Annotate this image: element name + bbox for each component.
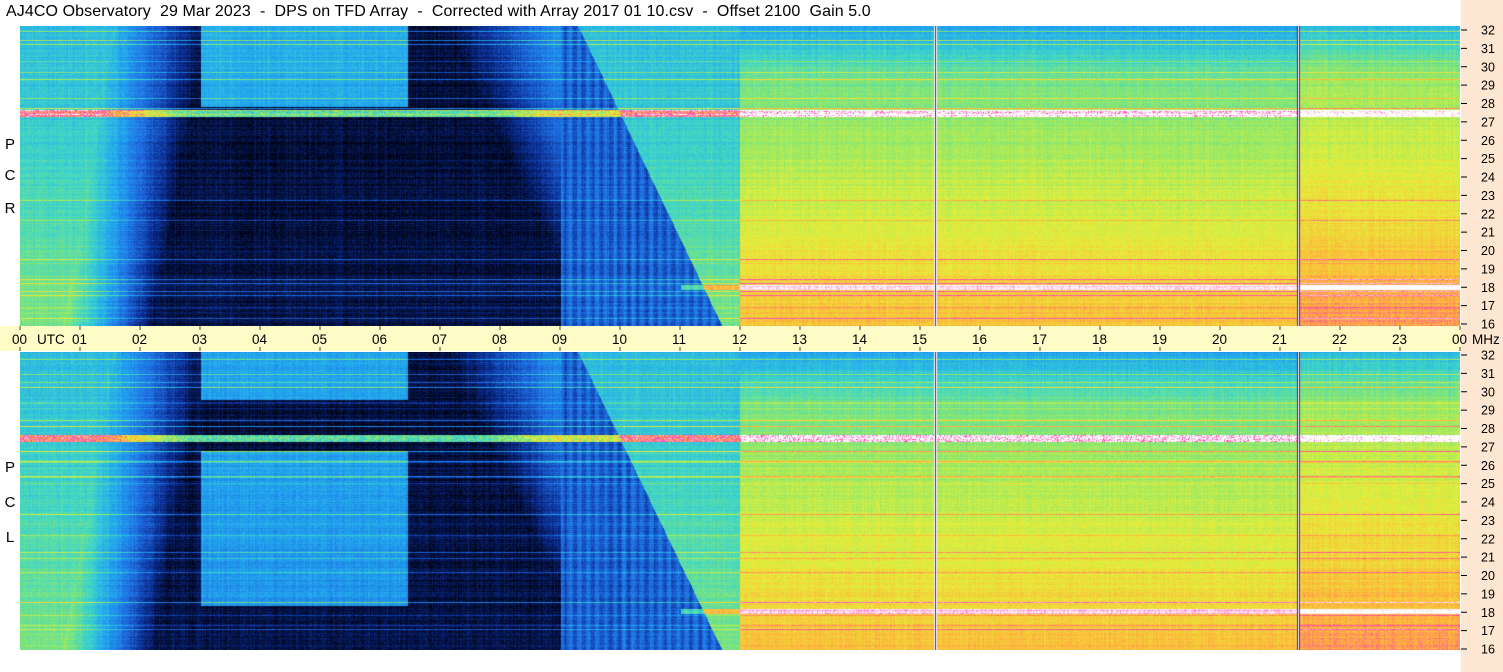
- y-tick-label: 18: [1481, 606, 1495, 620]
- y-tick-label: 32: [1481, 349, 1495, 363]
- x-tick-label: 05: [312, 332, 327, 347]
- y-tick-label: 23: [1481, 189, 1495, 203]
- x-tick-label: 09: [552, 332, 567, 347]
- y-tick-label: 31: [1481, 42, 1495, 56]
- x-tick-label: 12: [732, 332, 747, 347]
- axes-overlay: 00 01 02 03 04 05 06 07 08 09 10 11 12 13 14 15 16 17 18 19…: [12, 24, 1500, 657]
- x-tick-label: 15: [912, 332, 927, 347]
- y-tick-label: 25: [1481, 152, 1495, 166]
- x-tick-label: 11: [672, 332, 686, 347]
- y-tick-label: 20: [1481, 569, 1495, 583]
- x-tick-label: 22: [1332, 332, 1347, 347]
- x-axis-unit-label: UTC: [37, 332, 65, 347]
- y-tick-label: 16: [1481, 318, 1495, 332]
- y-tick-label: 30: [1481, 385, 1495, 399]
- y-tick-label: 21: [1481, 551, 1495, 565]
- x-tick-label: 02: [132, 332, 147, 347]
- x-tick-label: 03: [192, 332, 207, 347]
- y-tick-label: 31: [1481, 367, 1495, 381]
- x-axis: 00 01 02 03 04 05 06 07 08 09 10 11 12 13 14 15 16 17 18 19…: [12, 326, 1500, 351]
- y-tick-label: 20: [1481, 244, 1495, 258]
- x-tick-label: 10: [612, 332, 627, 347]
- x-tick-label: 13: [792, 332, 807, 347]
- x-tick-label: 04: [252, 332, 268, 347]
- y-tick-label: 19: [1481, 262, 1495, 276]
- y-tick-label: 27: [1481, 440, 1495, 454]
- x-tick-label: 07: [432, 332, 447, 347]
- y-tick-label: 21: [1481, 226, 1495, 240]
- y-tick-label: 27: [1481, 115, 1495, 129]
- frequency-unit-label: MHz: [1472, 332, 1500, 347]
- x-tick-label: 20: [1212, 332, 1227, 347]
- y-tick-label: 23: [1481, 514, 1495, 528]
- y-tick-label: 19: [1481, 587, 1495, 601]
- x-tick-label: 00: [12, 332, 27, 347]
- x-tick-label: 08: [492, 332, 507, 347]
- y-tick-label: 29: [1481, 79, 1495, 93]
- x-tick-label: 23: [1392, 332, 1407, 347]
- x-tick-label: 00: [1452, 332, 1467, 347]
- y-tick-label: 25: [1481, 477, 1495, 491]
- x-tick-label: 18: [1092, 332, 1107, 347]
- x-tick-label: 19: [1152, 332, 1167, 347]
- y-tick-label: 17: [1481, 624, 1495, 638]
- y-tick-label: 22: [1481, 207, 1495, 221]
- x-tick-label: 21: [1272, 332, 1287, 347]
- y-tick-label: 18: [1481, 281, 1495, 295]
- y-tick-label: 28: [1481, 422, 1495, 436]
- x-tick-label: 06: [372, 332, 387, 347]
- y-tick-label: 32: [1481, 24, 1495, 38]
- y-tick-label: 24: [1481, 171, 1495, 185]
- x-tick-label: 01: [72, 332, 87, 347]
- x-tick-label: 16: [972, 332, 987, 347]
- y-tick-label: 30: [1481, 60, 1495, 74]
- y-tick-label: 29: [1481, 404, 1495, 418]
- x-tick-label: 17: [1032, 332, 1047, 347]
- x-tick-label: 14: [852, 332, 868, 347]
- y-tick-label: 26: [1481, 134, 1495, 148]
- y-tick-label: 17: [1481, 299, 1495, 313]
- y-tick-label: 28: [1481, 97, 1495, 111]
- y-tick-label: 26: [1481, 459, 1495, 473]
- y-tick-label: 16: [1481, 643, 1495, 657]
- y-tick-label: 24: [1481, 496, 1495, 510]
- y-tick-label: 22: [1481, 532, 1495, 546]
